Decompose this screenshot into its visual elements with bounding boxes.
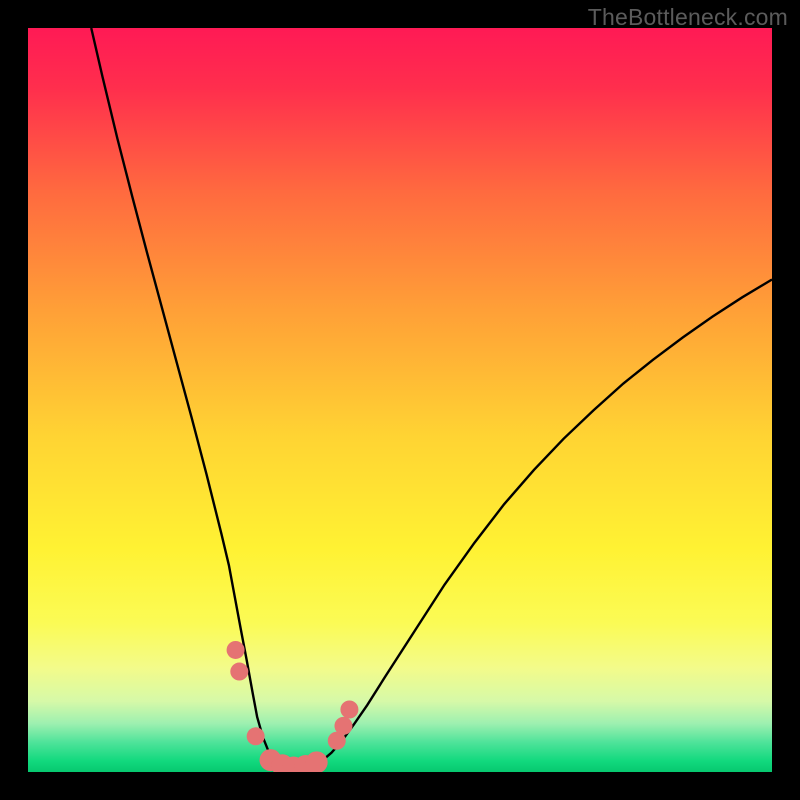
marker-point <box>306 751 328 772</box>
plot-area <box>28 28 772 772</box>
marker-point <box>247 727 265 745</box>
bottleneck-curve <box>91 28 772 768</box>
watermark-text: TheBottleneck.com <box>588 4 788 31</box>
marker-point <box>340 701 358 719</box>
chart-svg <box>28 28 772 772</box>
marker-point <box>334 717 352 735</box>
marker-point <box>230 663 248 681</box>
outer-frame: TheBottleneck.com <box>0 0 800 800</box>
marker-point <box>227 641 245 659</box>
